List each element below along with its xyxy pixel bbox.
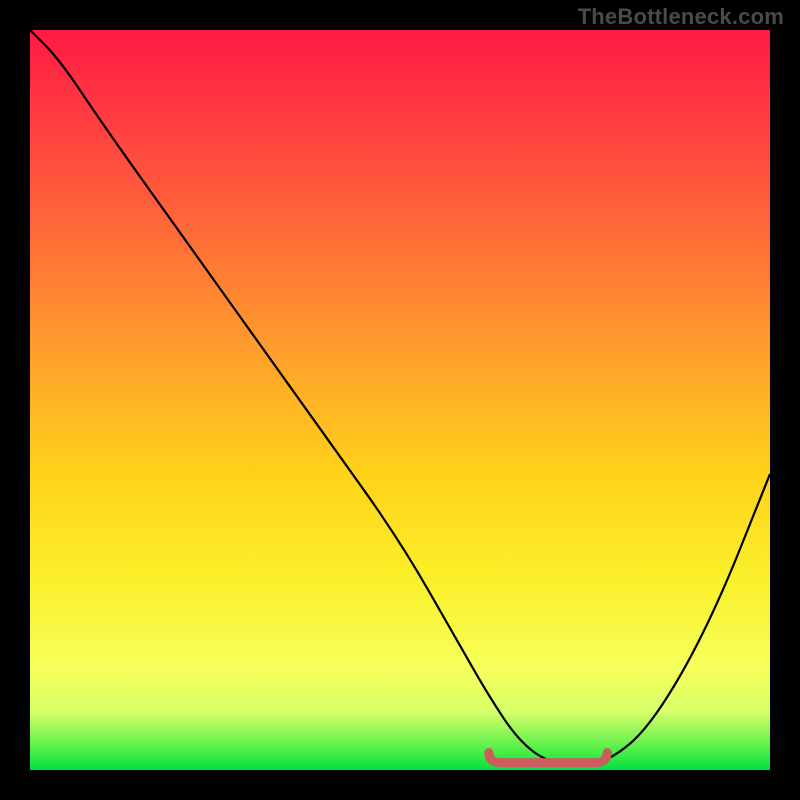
plot-area xyxy=(30,30,770,770)
watermark-text: TheBottleneck.com xyxy=(578,4,784,30)
plot-svg xyxy=(30,30,770,770)
bottleneck-curve xyxy=(30,30,770,763)
optimal-band-marker xyxy=(489,753,607,763)
chart-frame: TheBottleneck.com xyxy=(0,0,800,800)
